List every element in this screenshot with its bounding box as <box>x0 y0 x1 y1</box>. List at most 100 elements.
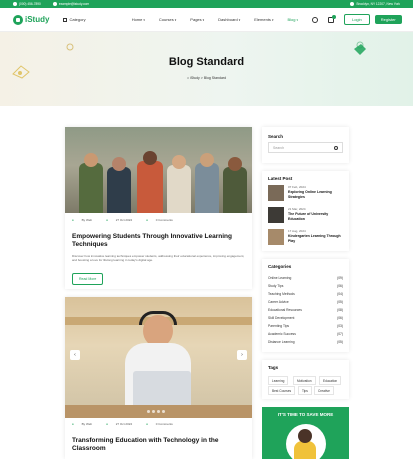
page-hero: Blog Standard ⌂ iStudy > Blog Standard <box>0 32 413 106</box>
menu-item-elements[interactable]: Elements ▾ <box>254 17 273 22</box>
category-item[interactable]: Distance Learning (05) <box>268 340 343 344</box>
post-date: ● 27 Oct 2022 <box>106 422 133 426</box>
chevron-down-icon: ▾ <box>174 17 177 22</box>
register-button[interactable]: Register <box>374 15 402 24</box>
breadcrumb-current: Blog Standard <box>203 76 227 80</box>
mail-icon <box>52 2 57 6</box>
latest-post-item[interactable]: 07 Feb, 2024 Exploring Online Learning S… <box>268 185 345 201</box>
post-meta: ● By Web ● 27 Oct 2022 ● 0 Comments <box>72 218 187 222</box>
post-comments[interactable]: ● 0 Comments <box>146 218 180 222</box>
person-head <box>143 151 157 165</box>
tag-chip[interactable]: Education <box>319 376 342 385</box>
menu-item-blog[interactable]: Blog ▾ <box>287 17 298 22</box>
post-comments[interactable]: ● 0 Comments <box>146 422 180 426</box>
cart-badge <box>331 14 336 19</box>
post-title[interactable]: Empowering Students Through Innovative L… <box>72 233 244 249</box>
post-image-slider[interactable]: ‹ › <box>65 297 252 418</box>
home-icon: ⌂ <box>186 76 190 80</box>
person-figure <box>137 161 163 213</box>
latest-post-item[interactable]: 17 Aug, 2024 Kindergarten Learning Throu… <box>268 229 345 245</box>
chevron-down-icon: ▾ <box>238 17 241 22</box>
search-icon[interactable] <box>334 146 338 150</box>
phone-text: (000) 456-7890 <box>19 2 41 6</box>
address-item: Brooklyn, NY 12207, New York <box>350 2 400 6</box>
tag-chip[interactable]: Best Courses <box>268 386 296 395</box>
tags-widget: Tags Learning Motivation Education Best … <box>262 360 349 399</box>
tag-chip[interactable]: Learning <box>268 376 289 385</box>
slider-prev-button[interactable]: ‹ <box>70 350 80 360</box>
category-item[interactable]: Academic Success (07) <box>268 332 343 336</box>
person-head <box>84 153 98 167</box>
category-item[interactable]: Skill Development (06) <box>268 316 343 320</box>
post-thumbnail <box>268 185 284 201</box>
widget-title: Latest Post <box>268 176 293 181</box>
latest-post-item[interactable]: 21 Mar, 2024 The Future of University Ed… <box>268 207 345 223</box>
post-title[interactable]: Exploring Online Learning Strategies <box>288 190 343 199</box>
top-bar: (000) 456-7890 example@istudy.com Brookl… <box>0 0 413 8</box>
category-button[interactable]: Category <box>63 17 86 22</box>
menu-item-pages[interactable]: Pages ▾ <box>190 17 204 22</box>
post-title[interactable]: Kindergarten Learning Through Play <box>288 234 343 243</box>
latest-post-widget: Latest Post 07 Feb, 2024 Exploring Onlin… <box>262 171 349 251</box>
headphones <box>139 311 177 325</box>
menu-item-dashboard[interactable]: Dashboard ▾ <box>218 17 240 22</box>
category-item[interactable]: Study Tips (06) <box>268 284 343 288</box>
search-icon[interactable] <box>311 16 318 23</box>
slider-next-button[interactable]: › <box>237 350 247 360</box>
widget-title: Tags <box>268 365 279 370</box>
person-figure <box>167 165 191 213</box>
location-icon <box>350 2 355 6</box>
post-title[interactable]: The Future of University Education <box>288 212 343 221</box>
blog-post-card: ‹ › ● By Web ● 27 Oct 2022 ● 0 Comments … <box>65 297 252 459</box>
person-figure <box>195 163 219 213</box>
ring-doodle-icon <box>66 43 74 51</box>
main-menu: Home ▾ Courses ▾ Pages ▾ Dashboard ▾ Element… <box>132 17 312 22</box>
search-input[interactable]: Search <box>268 142 343 153</box>
slider-dot[interactable] <box>152 410 155 413</box>
category-label: Category <box>69 17 86 22</box>
post-author[interactable]: ● By Web <box>72 422 99 426</box>
logo-icon <box>13 14 23 25</box>
category-item[interactable]: Educational Resources (08) <box>268 308 343 312</box>
phone-item[interactable]: (000) 456-7890 <box>13 2 41 6</box>
tag-chip[interactable]: Creative <box>314 386 334 395</box>
slider-dot[interactable] <box>162 410 165 413</box>
category-item[interactable]: Online Learning (09) <box>268 276 343 280</box>
post-image[interactable] <box>65 127 252 213</box>
menu-item-home[interactable]: Home ▾ <box>132 17 145 22</box>
tag-chip[interactable]: Tips <box>298 386 312 395</box>
chevron-down-icon: ▾ <box>202 17 205 22</box>
categories-widget: Categories Online Learning (09) Study Tip… <box>262 259 349 352</box>
blog-post-card: ● By Web ● 27 Oct 2022 ● 0 Comments Empo… <box>65 127 252 289</box>
email-text: example@istudy.com <box>58 2 90 6</box>
promo-banner[interactable]: IT'S TIME TO SAVE MORE <box>262 407 349 459</box>
login-button[interactable]: Login <box>343 14 370 25</box>
menu-item-courses[interactable]: Courses ▾ <box>159 17 176 22</box>
post-date: 21 Mar, 2024 <box>288 207 306 211</box>
category-item[interactable]: Parenting Tips (03) <box>268 324 343 328</box>
widget-title: Categories <box>268 264 292 269</box>
cart-icon[interactable] <box>327 14 336 23</box>
tag-chip[interactable]: Motivation <box>293 376 316 385</box>
grid-icon <box>63 17 68 22</box>
post-meta: ● By Web ● 27 Oct 2022 ● 0 Comments <box>72 422 187 426</box>
category-item[interactable]: Career Advice (05) <box>268 300 343 304</box>
breadcrumb-home[interactable]: iStudy <box>190 76 200 80</box>
slider-dot[interactable] <box>157 410 160 413</box>
slider-dot[interactable] <box>147 410 150 413</box>
email-item[interactable]: example@istudy.com <box>52 2 90 6</box>
person-head <box>200 153 214 167</box>
read-more-button[interactable]: Read More <box>72 273 104 285</box>
nav-actions: Login Register <box>311 14 402 25</box>
post-title[interactable]: Transforming Education with Technology i… <box>72 437 244 453</box>
user-icon: ● <box>72 218 74 222</box>
category-item[interactable]: Teaching Methods (04) <box>268 292 343 296</box>
chevron-down-icon: ▾ <box>296 17 298 22</box>
post-author[interactable]: ● By Web <box>72 218 99 222</box>
comment-icon: ● <box>146 218 148 222</box>
site-logo[interactable]: iStudy <box>13 14 49 25</box>
person-head <box>228 157 242 171</box>
page-title: Blog Standard <box>168 56 245 68</box>
chevron-left-icon: ‹ <box>74 352 76 358</box>
address-text: Brooklyn, NY 12207, New York <box>356 2 400 6</box>
